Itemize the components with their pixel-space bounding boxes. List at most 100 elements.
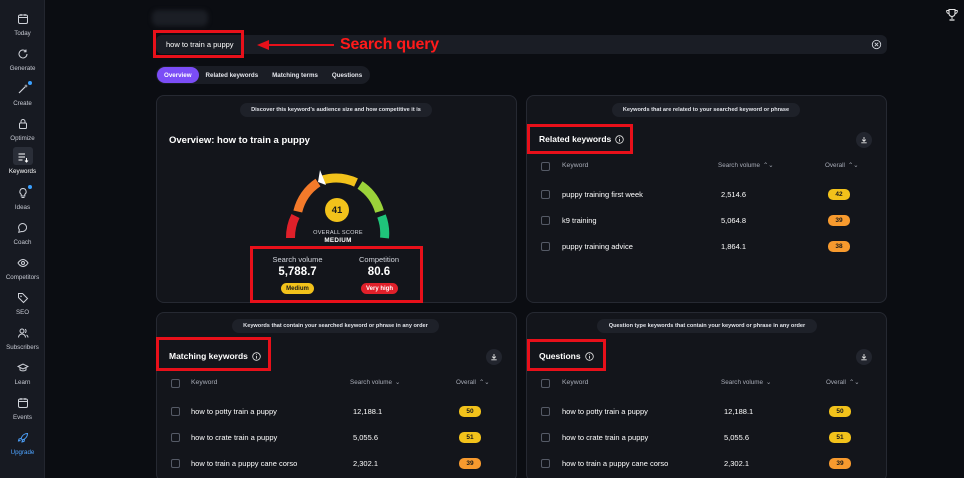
sidebar-item-competitors[interactable]: Competitors [0, 255, 45, 287]
annotation-box-questions [527, 339, 606, 371]
tab-bar: Overview Related keywords Matching terms… [156, 66, 370, 84]
users-icon [17, 328, 28, 338]
related-download-button[interactable] [856, 132, 872, 148]
column-header-text: Search volume [721, 379, 763, 386]
column-header-overall[interactable]: Overall ⌃⌄ [826, 379, 860, 386]
gauge-segment-yellow [321, 173, 358, 187]
sidebar: Today Generate Create Optimize Keywords … [0, 0, 45, 478]
row-checkbox[interactable] [171, 433, 180, 442]
select-all-checkbox[interactable] [541, 162, 550, 171]
notification-dot [28, 81, 32, 85]
sidebar-item-upgrade[interactable]: Upgrade [0, 430, 45, 462]
clear-icon[interactable] [871, 39, 882, 50]
annotation-box-matching [156, 337, 271, 371]
sort-icon: ⌄ [766, 379, 772, 386]
keyword-cell: how to potty train a puppy [191, 407, 277, 416]
sidebar-item-label: Create [13, 100, 32, 107]
keyword-cell: how to potty train a puppy [562, 407, 648, 416]
tab-related-keywords[interactable]: Related keywords [199, 67, 266, 83]
row-checkbox[interactable] [171, 459, 180, 468]
column-header-search-volume[interactable]: Search volume ⌃⌄ [718, 162, 774, 169]
row-checkbox[interactable] [541, 407, 550, 416]
annotation-label: Search query [340, 36, 439, 53]
overall-score-label: OVERALL SCORE [313, 230, 363, 236]
sidebar-item-keywords[interactable]: Keywords [0, 147, 45, 179]
sidebar-item-coach[interactable]: Coach [0, 220, 45, 252]
trophy-icon[interactable] [945, 8, 959, 22]
column-header-text: Overall [825, 162, 845, 169]
volume-cell: 2,302.1 [353, 459, 379, 468]
questions-card [526, 312, 887, 478]
sidebar-item-label: Today [14, 30, 31, 37]
tab-questions[interactable]: Questions [325, 67, 369, 83]
overview-description-pill: Discover this keyword's audience size an… [240, 103, 432, 117]
overall-score-badge: 50 [829, 406, 851, 417]
sidebar-item-ideas[interactable]: Ideas [0, 185, 45, 217]
matching-description-pill: Keywords that contain your searched keyw… [232, 319, 439, 333]
sidebar-item-create[interactable]: Create [0, 81, 45, 113]
row-checkbox[interactable] [541, 242, 550, 251]
matching-download-button[interactable] [486, 349, 502, 365]
sidebar-item-label: Learn [14, 379, 31, 386]
notification-dot [28, 185, 32, 189]
volume-cell: 12,188.1 [353, 407, 383, 416]
sort-icon: ⌃⌄ [847, 162, 859, 169]
keyword-cell: puppy training advice [562, 242, 633, 251]
column-header-keyword: Keyword [191, 379, 218, 386]
sidebar-item-learn[interactable]: Learn [0, 360, 45, 392]
annotation-box-stats [250, 246, 423, 303]
select-all-checkbox[interactable] [171, 379, 180, 388]
overall-score-badge: 39 [828, 215, 850, 226]
sidebar-item-label: Events [13, 414, 32, 421]
sort-icon: ⌃⌄ [478, 379, 490, 386]
volume-cell: 12,188.1 [724, 407, 754, 416]
column-header-text: Overall [826, 379, 846, 386]
sidebar-item-events[interactable]: Events [0, 395, 45, 427]
row-checkbox[interactable] [541, 216, 550, 225]
select-all-checkbox[interactable] [541, 379, 550, 388]
tab-matching-terms[interactable]: Matching terms [265, 67, 325, 83]
column-header-search-volume[interactable]: Search volume ⌄ [350, 379, 400, 386]
row-checkbox[interactable] [171, 407, 180, 416]
annotation-box-search [153, 30, 244, 58]
sidebar-item-seo[interactable]: SEO [0, 290, 45, 322]
volume-cell: 2,514.6 [721, 190, 747, 199]
row-checkbox[interactable] [541, 190, 550, 199]
overall-score-badge: 38 [828, 241, 850, 252]
sidebar-item-label: Coach [13, 239, 32, 246]
questions-description-pill: Question type keywords that contain your… [597, 319, 817, 333]
tag-icon [17, 293, 28, 304]
gauge-segment-orange [293, 178, 321, 213]
sidebar-item-label: Ideas [14, 204, 31, 211]
volume-cell: 5,055.6 [353, 433, 379, 442]
sidebar-item-subscribers[interactable]: Subscribers [0, 325, 45, 357]
sidebar-item-label: Competitors [5, 274, 40, 281]
keyword-cell: how to train a puppy cane corso [191, 459, 298, 468]
download-icon [861, 354, 867, 361]
column-header-search-volume[interactable]: Search volume ⌄ [721, 379, 771, 386]
overall-score-badge: 42 [828, 189, 850, 200]
sidebar-item-generate[interactable]: Generate [0, 46, 45, 78]
overall-score-badge: 41 [325, 198, 349, 222]
column-header-overall[interactable]: Overall ⌃⌄ [456, 379, 490, 386]
calendar-icon [17, 398, 28, 408]
tab-overview[interactable]: Overview [157, 67, 199, 83]
column-header-text: Search volume [350, 379, 392, 386]
graduation-cap-icon [16, 363, 29, 372]
row-checkbox[interactable] [541, 433, 550, 442]
overall-score-badge: 51 [829, 432, 851, 443]
wand-icon [18, 84, 28, 94]
keyword-cell: how to crate train a puppy [191, 433, 278, 442]
chat-icon [17, 222, 27, 234]
overview-title: Overview: how to train a puppy [169, 135, 310, 146]
sidebar-item-optimize[interactable]: Optimize [0, 116, 45, 148]
row-checkbox[interactable] [541, 459, 550, 468]
sort-icon: ⌄ [395, 379, 401, 386]
keywords-icon [18, 153, 28, 163]
sidebar-item-today[interactable]: Today [0, 11, 45, 43]
column-header-overall[interactable]: Overall ⌃⌄ [825, 162, 859, 169]
volume-cell: 1,864.1 [721, 242, 747, 251]
volume-cell: 5,055.6 [724, 433, 750, 442]
download-icon [491, 354, 497, 361]
questions-download-button[interactable] [856, 349, 872, 365]
